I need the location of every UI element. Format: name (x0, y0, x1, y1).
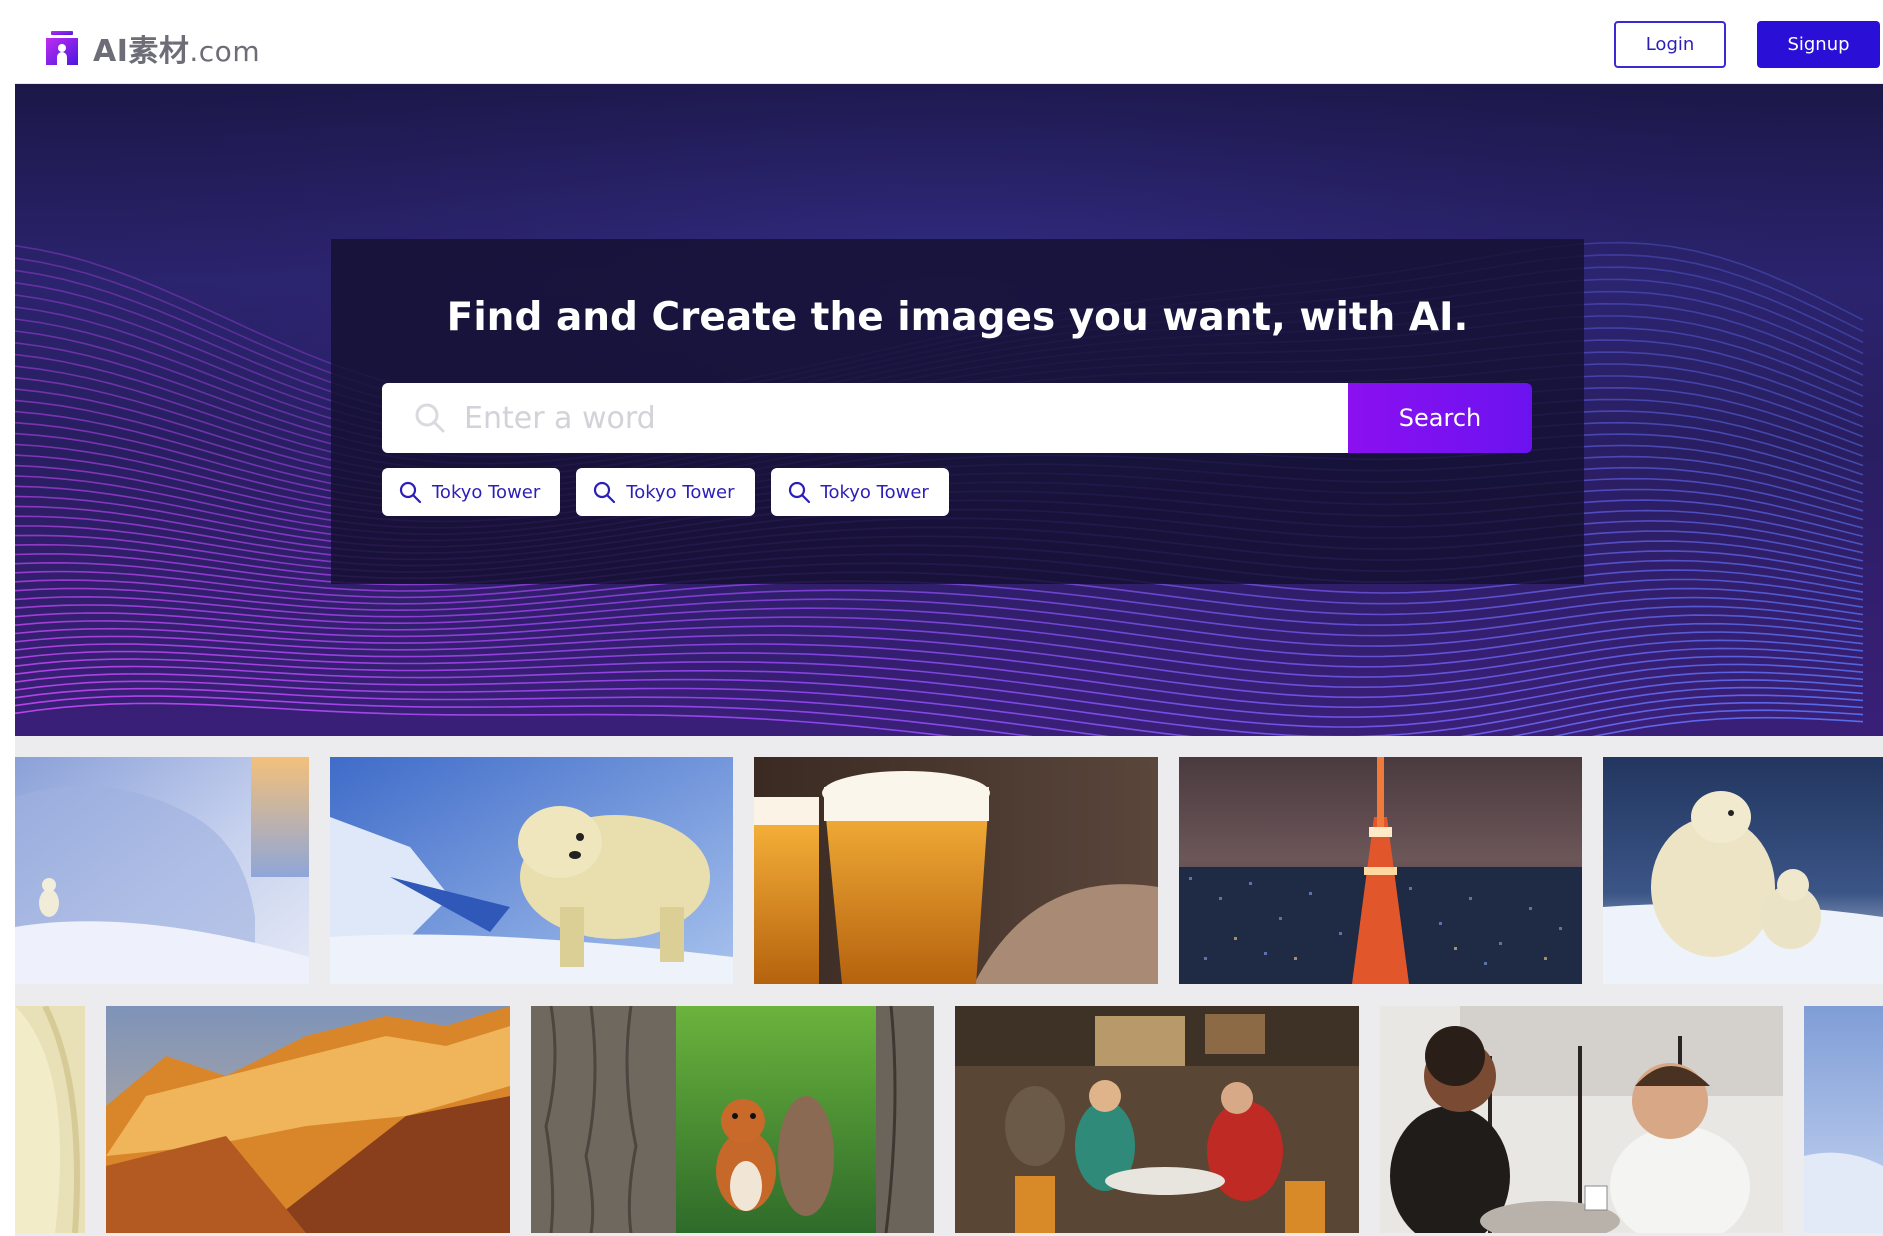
search-bar: Search (382, 383, 1532, 453)
polar-bear-with-cub-image[interactable] (1603, 757, 1883, 984)
login-button[interactable]: Login (1614, 21, 1726, 68)
logo-icon (46, 31, 78, 65)
suggestion-label: Tokyo Tower (432, 481, 541, 503)
suggestion-label: Tokyo Tower (626, 481, 735, 503)
top-nav: AI素材.com Login Signup (15, 0, 1883, 84)
search-icon (594, 481, 616, 504)
snowy-blue-image[interactable] (1804, 1006, 1883, 1233)
search-panel: Find and Create the images you want, wit… (331, 239, 1584, 584)
search-icon (399, 481, 422, 504)
signup-button[interactable]: Signup (1757, 21, 1880, 68)
polar-bear-cub-in-snow-image[interactable] (15, 757, 309, 984)
squirrel-between-trees-image[interactable] (531, 1006, 934, 1233)
beer-glasses-image[interactable] (754, 757, 1158, 984)
suggestion-chip[interactable]: Tokyo Tower (770, 468, 949, 516)
search-input[interactable] (382, 383, 1348, 453)
suggestion-chip[interactable]: Tokyo Tower (382, 468, 561, 516)
suggestion-label: Tokyo Tower (820, 481, 929, 503)
search-field-wrapper (382, 383, 1348, 453)
polar-bear-fur-closeup-image[interactable] (15, 1006, 85, 1233)
search-icon (415, 403, 445, 433)
tokyo-tower-night-image[interactable] (1179, 757, 1582, 984)
friends-laughing-cafe-image[interactable] (1380, 1006, 1783, 1233)
search-button[interactable]: Search (1348, 383, 1532, 453)
hero-title: Find and Create the images you want, wit… (446, 295, 1469, 340)
site-logo[interactable]: AI素材.com (43, 26, 260, 70)
logo-text: AI素材.com (93, 34, 261, 69)
suggestion-chips: Tokyo Tower Tokyo Tower Tokyo Tower (382, 468, 949, 516)
polar-bear-on-ice-image[interactable] (330, 757, 733, 984)
sunlit-mountain-image[interactable] (106, 1006, 510, 1233)
search-icon (788, 481, 810, 504)
page: AI素材.com Login Signup Find and Create th… (0, 0, 1883, 1236)
hero-banner: Find and Create the images you want, wit… (15, 84, 1883, 736)
suggestion-chip[interactable]: Tokyo Tower (576, 468, 755, 516)
cafe-crowd-painting-image[interactable] (955, 1006, 1359, 1233)
